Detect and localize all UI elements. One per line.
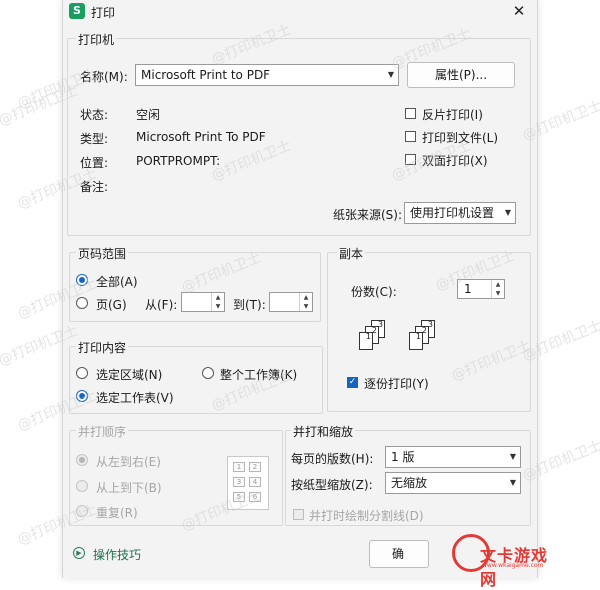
page-range-group-label: 页码范围 [76,245,129,262]
pages-per-sheet-value: 1 版 [391,450,415,464]
scale-to-paper-select[interactable]: 无缩放 ▼ [385,472,521,494]
page-to-label: 到(T): [233,298,266,312]
top-to-bottom-radio[interactable] [76,480,88,492]
close-icon[interactable]: ✕ [509,2,529,20]
selected-sheet-radio[interactable] [76,390,88,402]
type-label: 类型: [80,132,109,146]
page-range-all-radio[interactable] [76,274,88,286]
selection-label[interactable]: 选定区域(N) [96,366,162,383]
duplex-print-label[interactable]: 双面打印(X) [422,152,488,169]
collate-label[interactable]: 逐份打印(Y) [364,375,429,392]
top-to-bottom-label[interactable]: 从上到下(B) [96,479,162,496]
paper-source-value: 使用打印机设置 [410,206,495,220]
play-icon[interactable]: ▶ [73,547,85,559]
print-dialog: S 打印 ✕ 打印机 名称(M): Microsoft Print to PDF… [15,0,538,578]
spinner-arrows-icon[interactable]: ▲ ▼ [299,293,312,311]
selection-radio[interactable] [76,367,88,379]
wps-spreadsheet-icon: S [69,3,85,19]
copies-count-spinner[interactable]: 1 ▲ ▼ [457,279,505,299]
location-value: PORTPROMPT: [136,154,221,168]
reverse-print-checkbox[interactable] [405,108,416,119]
page-from-spinner[interactable]: ▲ ▼ [181,292,225,312]
pages-per-sheet-label: 每页的版数(H): [291,452,374,466]
scale-to-paper-value: 无缩放 [391,476,428,490]
selected-sheet-label[interactable]: 选定工作表(V) [96,389,174,406]
scaling-group-label: 并打和缩放 [291,423,356,440]
print-content-group-label: 打印内容 [76,339,129,356]
collated-copies-icon: 3 2 1 [359,320,391,354]
type-value: Microsoft Print To PDF [136,130,266,144]
site-logo: 文卡游戏网 www.wkaigame.com [400,530,560,589]
page-from-label: 从(F): [145,298,178,312]
entire-workbook-label[interactable]: 整个工作簿(K) [220,366,297,383]
location-label: 位置: [80,156,109,170]
reverse-print-label[interactable]: 反片打印(I) [422,106,483,123]
page-range-pages-label[interactable]: 页(G) [96,296,127,313]
duplex-print-checkbox[interactable] [405,154,416,165]
left-to-right-label[interactable]: 从左到右(E) [96,453,161,470]
comment-label: 备注: [80,180,109,194]
page-order-preview-icon: 1 2 3 4 5 6 [227,456,269,510]
copies-group-label: 副本 [337,245,366,262]
chevron-down-icon: ▼ [509,452,516,461]
properties-button[interactable]: 属性(P)... [407,62,515,88]
scale-to-paper-label: 按纸型缩放(Z): [291,478,373,492]
print-order-group-label: 并打顺序 [76,423,129,440]
print-to-file-checkbox[interactable] [405,131,416,142]
draw-borders-label[interactable]: 并打时绘制分割线(D) [309,507,424,524]
page-to-spinner[interactable]: ▲ ▼ [269,292,313,312]
page-range-pages-radio[interactable] [76,297,88,309]
copies-count-label: 份数(C): [351,285,397,299]
window-title: 打印 [91,6,116,20]
draw-borders-checkbox[interactable] [293,509,304,520]
left-to-right-radio[interactable] [76,454,88,466]
status-value: 空闲 [136,108,161,122]
printer-name-select[interactable]: Microsoft Print to PDF ▼ [135,64,399,86]
chevron-down-icon: ▼ [509,478,516,487]
repeat-radio[interactable] [76,505,88,517]
spinner-arrows-icon[interactable]: ▲ ▼ [211,293,224,311]
printer-name-value: Microsoft Print to PDF [141,68,271,82]
logo-sub-text: www.wkaigame.com [482,562,544,569]
paper-source-select[interactable]: 使用打印机设置 ▼ [404,202,516,224]
paper-source-label: 纸张来源(S): [333,208,403,222]
chevron-down-icon: ▼ [504,208,511,217]
pages-per-sheet-select[interactable]: 1 版 ▼ [385,446,521,468]
tips-link[interactable]: 操作技巧 [93,546,141,563]
collated-copies-icon: 3 2 1 [409,320,441,354]
copies-count-value: 1 [464,282,472,296]
page-range-all-label[interactable]: 全部(A) [96,273,138,290]
entire-workbook-radio[interactable] [202,367,214,379]
printer-name-label: 名称(M): [80,70,128,84]
repeat-label[interactable]: 重复(R) [96,504,138,521]
print-to-file-label[interactable]: 打印到文件(L) [422,129,498,146]
title-bar: S 打印 ✕ [63,0,537,22]
spinner-arrows-icon[interactable]: ▲ ▼ [491,280,504,298]
status-label: 状态: [80,108,109,122]
printer-group-label: 打印机 [76,31,117,48]
chevron-down-icon: ▼ [387,70,394,79]
collate-checkbox[interactable]: ✓ [347,377,358,388]
